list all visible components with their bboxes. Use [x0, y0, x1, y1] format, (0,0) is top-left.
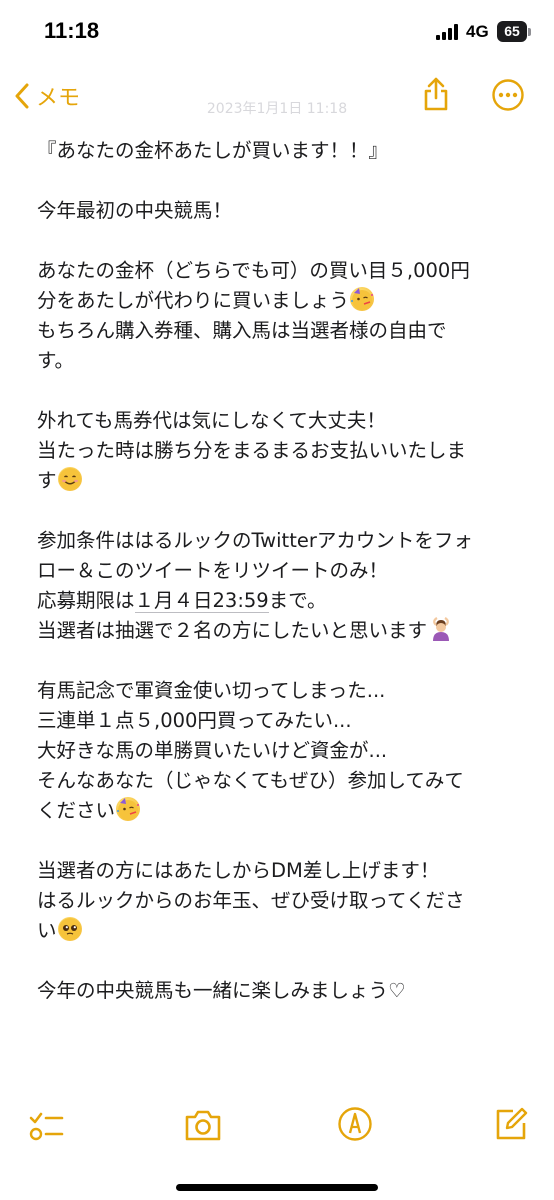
note-line: 今年最初の中央競馬！ [37, 199, 233, 222]
note-paragraph: 有馬記念で軍資金使い切ってしまった... 三連単１点５,000円買ってみたい..… [37, 676, 522, 826]
camera-icon[interactable] [184, 1108, 222, 1142]
home-indicator[interactable] [176, 1184, 378, 1191]
note-paragraph: 『あなたの金杯あたしが買います！！』 [37, 136, 522, 166]
note-paragraph: 今年の中央競馬も一緒に楽しみましょう♡ [37, 976, 522, 1006]
note-text: まで。 [268, 589, 327, 612]
markup-pen-icon[interactable] [337, 1106, 373, 1142]
note-paragraph: 今年最初の中央競馬！ [37, 196, 522, 226]
note-line: 分をあたしが代わりに買いましょう [37, 286, 522, 316]
note-paragraph: 参加条件ははるルックのTwitterアカウントをフォ ロー＆このツイートをリツイ… [37, 526, 522, 646]
party-face-emoji-icon [350, 287, 375, 311]
note-line: 当選者の方にはあたしからDM差し上げます！ [37, 859, 440, 882]
status-bar: 11:18 4G 65 [0, 0, 554, 64]
battery-tip [528, 28, 531, 36]
note-line: 応募期限は１月４日23:59まで。 [37, 586, 522, 616]
bottom-toolbar [0, 1102, 554, 1152]
person-gesturing-ok-emoji-icon [429, 617, 453, 641]
battery-indicator: 65 [497, 21, 527, 42]
note-line: ください [37, 796, 522, 826]
note-paragraph: 当選者の方にはあたしからDM差し上げます！ はるルックからのお年玉、ぜひ受け取っ… [37, 856, 522, 946]
note-line: そんなあなた（じゃなくてもぜひ）参加してみて [37, 769, 464, 792]
note-line: 有馬記念で軍資金使い切ってしまった... [37, 679, 386, 702]
note-line: 今年の中央競馬も一緒に楽しみましょう♡ [37, 979, 406, 1002]
party-face-emoji-icon [116, 797, 141, 821]
note-line: い [37, 916, 522, 946]
note-line: もちろん購入券種、購入馬は当選者様の自由で [37, 319, 447, 342]
note-paragraph: あなたの金杯（どちらでも可）の買い目５,000円 分をあたしが代わりに買いましょ… [37, 256, 522, 376]
note-paragraph: 外れても馬券代は気にしなくて大丈夫！ 当たった時は勝ち分をまるまるお支払いいたし… [37, 406, 522, 496]
note-line: 『あなたの金杯あたしが買います！！』 [37, 139, 389, 162]
smiling-face-emoji-icon [57, 467, 82, 491]
note-line: 当たった時は勝ち分をまるまるお支払いいたしま [37, 439, 467, 462]
note-line: す [37, 466, 522, 496]
note-line: す。 [37, 349, 75, 372]
note-date: 2023年1月1日 11:18 [206, 101, 348, 117]
deadline-date-link[interactable]: １月４日23:59 [134, 589, 269, 613]
note-line: あなたの金杯（どちらでも可）の買い目５,000円 [37, 259, 470, 282]
note-text: ください [37, 799, 116, 822]
note-line: 当選者は抽選で２名の方にしたいと思います [37, 616, 522, 646]
pleading-face-emoji-icon [57, 917, 82, 941]
note-text: い [37, 919, 57, 942]
checklist-icon[interactable] [28, 1108, 64, 1144]
note-text: 応募期限は [37, 589, 135, 612]
note-line: 大好きな馬の単勝買いたいけど資金が... [37, 739, 388, 762]
compose-icon[interactable] [493, 1106, 529, 1142]
cellular-signal-icon [436, 24, 458, 40]
note-line: はるルックからのお年玉、ぜひ受け取ってくださ [37, 889, 465, 912]
note-text: 当選者は抽選で２名の方にしたいと思います [37, 619, 428, 642]
note-text: す [37, 469, 57, 492]
note-line: 三連単１点５,000円買ってみたい... [37, 709, 352, 732]
note-line: 参加条件ははるルックのTwitterアカウントをフォ [37, 529, 473, 552]
status-time: 11:18 [44, 18, 100, 43]
note-line: 外れても馬券代は気にしなくて大丈夫！ [37, 409, 386, 432]
note-body[interactable]: 『あなたの金杯あたしが買います！！』 今年最初の中央競馬！ あなたの金杯（どちら… [37, 136, 522, 1036]
note-text: 分をあたしが代わりに買いましょう [37, 289, 350, 312]
network-type: 4G [466, 22, 489, 41]
note-line: ロー＆このツイートをリツイートのみ！ [37, 559, 389, 582]
